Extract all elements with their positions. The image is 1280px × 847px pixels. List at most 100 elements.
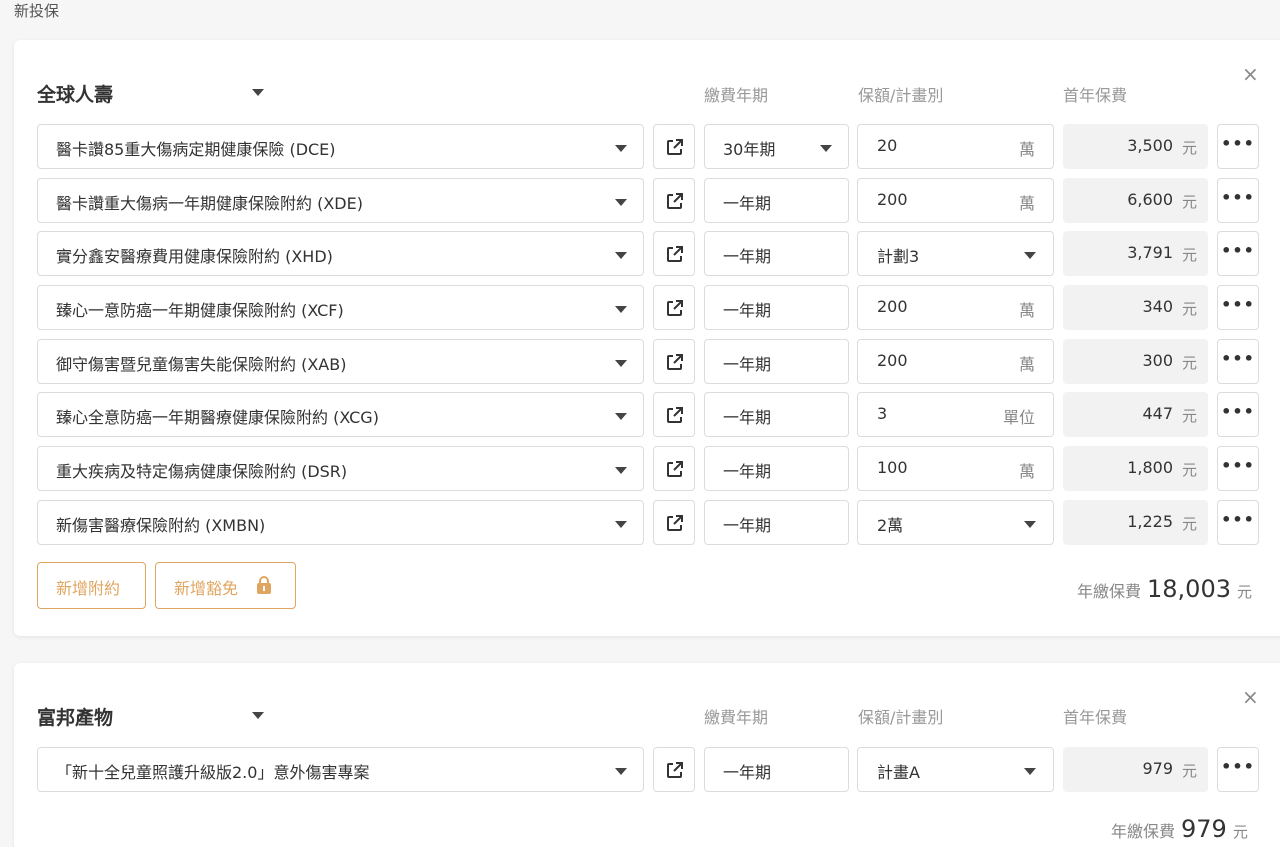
close-icon[interactable]: × — [1242, 64, 1259, 84]
product-select[interactable]: 新傷害醫療保險附約 (XMBN) — [37, 500, 644, 545]
amount-field[interactable]: 計劃3 — [857, 231, 1054, 276]
product-select[interactable]: 「新十全兒童照護升級版2.0」意外傷害專案 — [37, 747, 644, 792]
product-select[interactable]: 臻心全意防癌一年期醫療健康保險附約 (XCG) — [37, 392, 644, 437]
add-waiver-button[interactable]: 新增豁免 — [155, 562, 296, 609]
external-link-icon — [667, 407, 683, 423]
premium-value: 6,600 — [1127, 190, 1173, 209]
term-value: 一年期 — [723, 516, 772, 535]
premium-field: 3,791 元 — [1063, 231, 1208, 276]
term-field[interactable]: 一年期 — [704, 178, 849, 223]
amount-field[interactable]: 3 單位 — [857, 392, 1054, 437]
term-field[interactable]: 一年期 — [704, 446, 849, 491]
amount-unit: 萬 — [1018, 355, 1035, 374]
amount-unit: 萬 — [1018, 140, 1035, 159]
more-horizontal-icon: ••• — [1221, 402, 1255, 421]
more-options-button[interactable]: ••• — [1217, 392, 1259, 437]
product-name: 實分鑫安醫療費用健康保險附約 (XHD) — [56, 247, 333, 266]
chevron-down-icon[interactable] — [252, 712, 264, 719]
premium-field: 300 元 — [1063, 339, 1208, 384]
header-premium: 首年保費 — [1063, 86, 1128, 105]
add-rider-label: 新增附約 — [56, 579, 121, 598]
open-product-button[interactable] — [653, 231, 695, 276]
chevron-down-icon — [615, 467, 627, 474]
product-select[interactable]: 臻心一意防癌一年期健康保險附約 (XCF) — [37, 285, 644, 330]
external-link-icon — [667, 300, 683, 316]
term-field[interactable]: 30年期 — [704, 124, 849, 169]
term-field[interactable]: 一年期 — [704, 339, 849, 384]
product-name: 臻心一意防癌一年期健康保險附約 (XCF) — [56, 301, 344, 320]
open-product-button[interactable] — [653, 285, 695, 330]
amount-value: 2萬 — [877, 516, 904, 535]
open-product-button[interactable] — [653, 339, 695, 384]
amount-field[interactable]: 100 萬 — [857, 446, 1054, 491]
more-horizontal-icon: ••• — [1221, 456, 1255, 475]
product-name: 新傷害醫療保險附約 (XMBN) — [56, 516, 266, 535]
open-product-button[interactable] — [653, 178, 695, 223]
more-options-button[interactable]: ••• — [1217, 747, 1259, 792]
premium-value: 447 — [1142, 404, 1173, 423]
more-options-button[interactable]: ••• — [1217, 446, 1259, 491]
more-options-button[interactable]: ••• — [1217, 285, 1259, 330]
term-field[interactable]: 一年期 — [704, 231, 849, 276]
annual-total: 年繳保費 979 元 — [1111, 815, 1248, 843]
term-field[interactable]: 一年期 — [704, 747, 849, 792]
more-options-button[interactable]: ••• — [1217, 231, 1259, 276]
chevron-down-icon — [615, 768, 627, 775]
more-horizontal-icon: ••• — [1221, 134, 1255, 153]
open-product-button[interactable] — [653, 392, 695, 437]
term-field[interactable]: 一年期 — [704, 500, 849, 545]
premium-unit: 元 — [1181, 354, 1197, 372]
insurer-select[interactable]: 全球人壽 — [37, 80, 113, 107]
amount-field[interactable]: 計畫A — [857, 747, 1054, 792]
open-product-button[interactable] — [653, 500, 695, 545]
product-select[interactable]: 醫卡讚85重大傷病定期健康保險 (DCE) — [37, 124, 644, 169]
close-icon[interactable]: × — [1242, 687, 1259, 707]
external-link-icon — [667, 354, 683, 370]
open-product-button[interactable] — [653, 747, 695, 792]
amount-value: 3 — [877, 404, 888, 423]
premium-unit: 元 — [1181, 407, 1197, 425]
product-name: 重大疾病及特定傷病健康保險附約 (DSR) — [56, 462, 348, 481]
product-select[interactable]: 醫卡讚重大傷病一年期健康保險附約 (XDE) — [37, 178, 644, 223]
premium-value: 3,791 — [1127, 243, 1173, 262]
chevron-down-icon — [615, 360, 627, 367]
amount-value: 200 — [877, 190, 908, 209]
premium-value: 1,225 — [1127, 512, 1173, 531]
chevron-down-icon — [615, 521, 627, 528]
premium-value: 979 — [1142, 759, 1173, 778]
total-unit: 元 — [1232, 823, 1248, 841]
insurer-card-2: 富邦產物 繳費年期 保額/計畫別 首年保費 × 「新十全兒童照護升級版2.0」意… — [14, 663, 1280, 847]
more-options-button[interactable]: ••• — [1217, 339, 1259, 384]
term-value: 一年期 — [723, 301, 772, 320]
header-amount: 保額/計畫別 — [858, 708, 944, 727]
premium-unit: 元 — [1181, 461, 1197, 479]
open-product-button[interactable] — [653, 124, 695, 169]
chevron-down-icon — [820, 145, 832, 152]
amount-field[interactable]: 200 萬 — [857, 339, 1054, 384]
product-select[interactable]: 御守傷害暨兒童傷害失能保險附約 (XAB) — [37, 339, 644, 384]
amount-value: 計劃3 — [877, 247, 920, 266]
chevron-down-icon[interactable] — [252, 89, 264, 96]
insurer-select[interactable]: 富邦產物 — [37, 703, 113, 730]
chevron-down-icon — [615, 413, 627, 420]
header-term: 繳費年期 — [704, 708, 769, 727]
add-rider-button[interactable]: 新增附約 — [37, 562, 146, 609]
product-select[interactable]: 重大疾病及特定傷病健康保險附約 (DSR) — [37, 446, 644, 491]
amount-field[interactable]: 200 萬 — [857, 178, 1054, 223]
more-options-button[interactable]: ••• — [1217, 124, 1259, 169]
product-name: 醫卡讚重大傷病一年期健康保險附約 (XDE) — [56, 194, 363, 213]
open-product-button[interactable] — [653, 446, 695, 491]
header-term: 繳費年期 — [704, 86, 769, 105]
term-field[interactable]: 一年期 — [704, 392, 849, 437]
amount-value: 200 — [877, 351, 908, 370]
product-select[interactable]: 實分鑫安醫療費用健康保險附約 (XHD) — [37, 231, 644, 276]
more-options-button[interactable]: ••• — [1217, 178, 1259, 223]
amount-field[interactable]: 20 萬 — [857, 124, 1054, 169]
term-value: 一年期 — [723, 247, 772, 266]
amount-field[interactable]: 200 萬 — [857, 285, 1054, 330]
term-value: 一年期 — [723, 462, 772, 481]
term-field[interactable]: 一年期 — [704, 285, 849, 330]
lock-icon — [257, 576, 271, 594]
amount-field[interactable]: 2萬 — [857, 500, 1054, 545]
more-options-button[interactable]: ••• — [1217, 500, 1259, 545]
